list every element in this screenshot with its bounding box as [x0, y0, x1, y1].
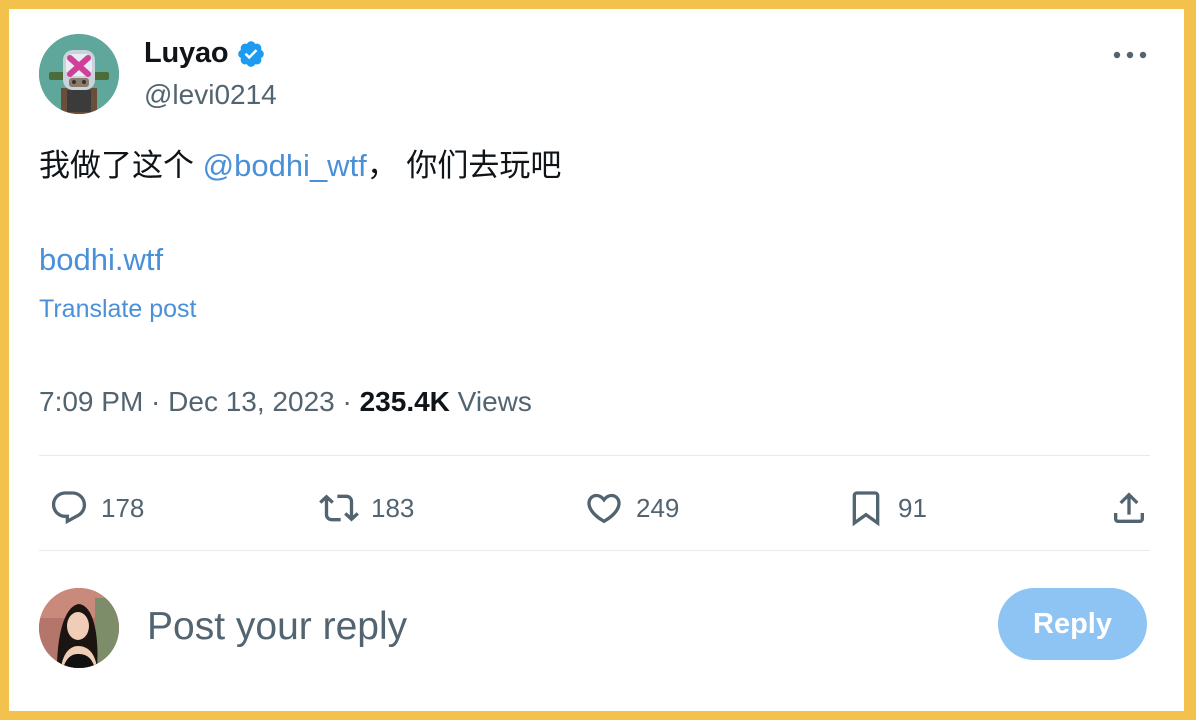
reply-count: 178 [101, 492, 145, 523]
like-count: 249 [636, 492, 680, 523]
share-icon [1114, 492, 1144, 523]
bookmark-icon [852, 491, 880, 527]
author-handle[interactable]: @levi0214 [144, 79, 277, 111]
action-bar: 178 183 249 91 [39, 465, 1150, 551]
repost-action[interactable]: 183 [319, 465, 414, 551]
tweet-text: 我做了这个 @bodhi_wtf， 你们去玩吧 [39, 146, 561, 186]
post-meta: 7:09 PM · Dec 13, 2023 · 235.4K Views [39, 386, 532, 418]
like-action[interactable]: 249 [584, 465, 679, 551]
translate-post-link[interactable]: Translate post [39, 295, 196, 324]
reply-input[interactable] [147, 597, 967, 657]
views-label: Views [449, 386, 532, 417]
repost-icon [319, 494, 359, 522]
mention-link[interactable]: @bodhi_wtf [203, 148, 367, 183]
author-avatar[interactable] [39, 34, 119, 114]
author-name[interactable]: Luyao [144, 37, 229, 70]
verified-badge-icon [238, 40, 265, 67]
share-action[interactable] [1109, 465, 1149, 551]
tweet-card: Luyao @levi0214 我做了这个 @bodhi_wtf， 你们去玩吧 … [9, 9, 1184, 711]
divider-bottom [39, 550, 1150, 551]
robot-avatar-icon [39, 34, 119, 114]
more-options-icon[interactable] [1112, 49, 1148, 61]
reply-icon [51, 491, 87, 525]
views-count: 235.4K [359, 386, 450, 417]
tweet-text-after: ， 你们去玩吧 [366, 148, 562, 183]
heart-icon [587, 493, 621, 524]
tweet-text-before: 我做了这个 [39, 148, 203, 183]
bookmark-action[interactable]: 91 [846, 465, 927, 551]
user-avatar[interactable] [39, 588, 119, 668]
post-timestamp[interactable]: 7:09 PM · Dec 13, 2023 · [39, 386, 360, 417]
divider-top [39, 455, 1150, 456]
reply-action[interactable]: 178 [49, 465, 144, 551]
author-name-row[interactable]: Luyao [144, 37, 266, 70]
reply-button[interactable]: Reply [998, 588, 1147, 660]
user-photo-avatar-icon [39, 588, 119, 668]
repost-count: 183 [371, 492, 415, 523]
tweet-link[interactable]: bodhi.wtf [39, 242, 163, 277]
tweet-link-row: bodhi.wtf [39, 242, 163, 278]
bookmark-count: 91 [898, 492, 927, 523]
